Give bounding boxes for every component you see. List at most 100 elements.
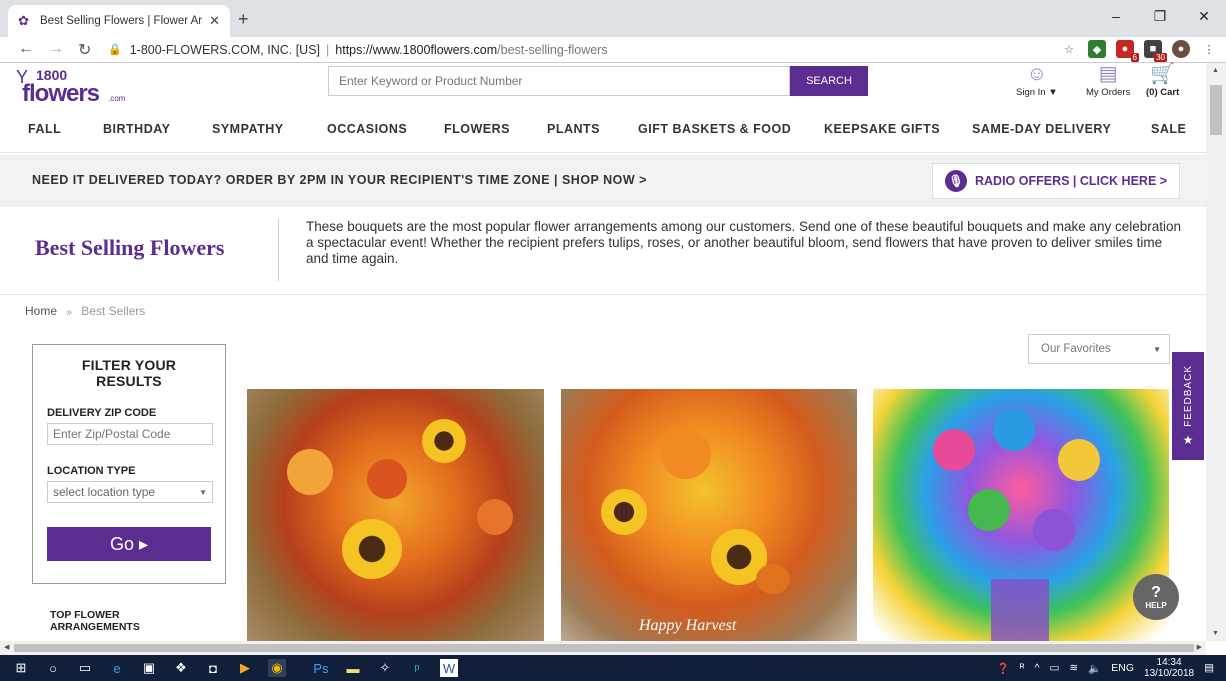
nav-flowers[interactable]: FLOWERS bbox=[444, 122, 510, 136]
windows-start-icon[interactable]: ⊞ bbox=[12, 659, 30, 677]
extension-leaf-icon[interactable]: ◆ bbox=[1088, 40, 1106, 58]
nav-same-day-delivery[interactable]: SAME-DAY DELIVERY bbox=[972, 122, 1111, 136]
sunflower-shape bbox=[601, 489, 647, 535]
close-window-button[interactable]: ✕ bbox=[1182, 0, 1226, 32]
lily-shape bbox=[661, 429, 711, 479]
scroll-down-icon[interactable]: ▼ bbox=[1212, 630, 1219, 637]
purple-vase-shape bbox=[991, 579, 1049, 641]
search-icon[interactable]: ○ bbox=[44, 659, 62, 677]
help-tray-icon[interactable]: ❓ bbox=[997, 662, 1010, 675]
chrome-icon[interactable]: ◉ bbox=[268, 659, 286, 677]
logo-main-text: flowers bbox=[22, 80, 100, 107]
same-day-promo-link[interactable]: NEED IT DELIVERED TODAY? ORDER BY 2PM IN… bbox=[32, 173, 647, 187]
microphone-icon: 🎙 bbox=[945, 170, 967, 192]
question-icon: ? bbox=[1151, 583, 1161, 601]
app-icon[interactable]: ✧ bbox=[376, 659, 394, 677]
product-image-rainbow-roses[interactable] bbox=[873, 389, 1169, 641]
back-arrow-icon[interactable]: ← bbox=[18, 40, 34, 58]
help-button[interactable]: ? HELP bbox=[1133, 574, 1179, 620]
bookmark-star-icon[interactable]: ☆ bbox=[1060, 40, 1078, 58]
sort-select[interactable]: Our Favorites ▼ bbox=[1028, 334, 1170, 364]
zip-code-input[interactable] bbox=[47, 423, 213, 445]
logo-suffix-text: .com bbox=[108, 94, 126, 103]
feedback-tab[interactable]: FEEDBACK ★ bbox=[1172, 352, 1204, 460]
photoshop-icon[interactable]: Ps bbox=[312, 659, 330, 677]
cart-button[interactable]: 🛒 (0) Cart bbox=[1146, 63, 1179, 98]
scroll-up-icon[interactable]: ▲ bbox=[1212, 67, 1219, 74]
cart-label: (0) Cart bbox=[1146, 87, 1180, 98]
minimize-button[interactable]: – bbox=[1094, 0, 1138, 32]
url-host: https://www.1800flowers.com bbox=[335, 42, 498, 57]
tab-close-icon[interactable]: ✕ bbox=[209, 13, 220, 29]
vertical-scrollbar[interactable]: ▲ ▼ bbox=[1206, 63, 1226, 641]
radio-offers-button[interactable]: 🎙 RADIO OFFERS | CLICK HERE > bbox=[932, 163, 1180, 199]
horizontal-scroll-thumb[interactable] bbox=[14, 644, 1194, 652]
network-icon[interactable]: ▭ bbox=[1049, 662, 1059, 674]
word-icon[interactable]: W bbox=[440, 659, 458, 677]
browser-toolbar: ← → ↻ 🔒 1-800-FLOWERS.COM, INC. [US] | h… bbox=[0, 37, 1226, 63]
restore-button[interactable]: ❐ bbox=[1138, 0, 1182, 32]
camera-app-icon[interactable]: ◘ bbox=[204, 659, 222, 677]
url-path: /best-selling-flowers bbox=[497, 42, 608, 57]
extension-mail-icon[interactable]: ■ 30 bbox=[1144, 40, 1167, 62]
location-type-label: LOCATION TYPE bbox=[47, 465, 136, 477]
nav-sale[interactable]: SALE bbox=[1151, 122, 1186, 136]
browser-tab-active[interactable]: ✿ Best Selling Flowers | Flower Arra ✕ bbox=[8, 5, 230, 37]
product-image-happy-harvest[interactable]: Happy Harvest bbox=[561, 389, 857, 641]
forward-arrow-icon[interactable]: → bbox=[48, 40, 64, 58]
new-tab-button[interactable]: + bbox=[238, 9, 249, 30]
extension-abp-icon[interactable]: ● 6 bbox=[1116, 40, 1139, 62]
address-bar[interactable]: 🔒 1-800-FLOWERS.COM, INC. [US] | https:/… bbox=[108, 38, 1048, 61]
1800flowers-logo[interactable]: Y 1800 flowers .com bbox=[16, 67, 126, 107]
people-icon[interactable]: ᴿ bbox=[1020, 662, 1025, 674]
clock[interactable]: 14:34 13/10/2018 bbox=[1144, 657, 1194, 679]
category-intro: Best Selling Flowers These bouquets are … bbox=[0, 207, 1206, 295]
nav-gift-baskets[interactable]: GIFT BASKETS & FOOD bbox=[638, 122, 791, 136]
reload-icon[interactable]: ↻ bbox=[78, 40, 91, 60]
file-explorer-icon[interactable]: ▬ bbox=[344, 659, 362, 677]
nav-occasions[interactable]: OCCASIONS bbox=[327, 122, 407, 136]
scroll-left-icon[interactable]: ◀ bbox=[4, 643, 9, 651]
vertical-scroll-thumb[interactable] bbox=[1210, 85, 1222, 135]
menu-dots-icon[interactable]: ⋮ bbox=[1200, 40, 1218, 58]
nav-sympathy[interactable]: SYMPATHY bbox=[212, 122, 284, 136]
product-image-fall-bouquet[interactable] bbox=[247, 389, 544, 641]
flower-favicon-icon: ✿ bbox=[18, 13, 29, 28]
skype-icon[interactable]: ᵖ bbox=[408, 659, 426, 677]
nav-fall[interactable]: FALL bbox=[28, 122, 61, 136]
notifications-icon[interactable]: ▤ bbox=[1204, 662, 1214, 674]
site-header: Y 1800 flowers .com SEARCH ☺ Sign In ▼ ▤… bbox=[0, 63, 1206, 107]
tray-overflow-icon[interactable]: ^ bbox=[1035, 662, 1040, 674]
language-indicator[interactable]: ENG bbox=[1111, 662, 1134, 674]
nav-keepsake-gifts[interactable]: KEEPSAKE GIFTS bbox=[824, 122, 940, 136]
search-button[interactable]: SEARCH bbox=[790, 66, 868, 96]
horizontal-scrollbar[interactable]: ◀ ▶ bbox=[0, 641, 1206, 655]
rose-shape bbox=[1058, 439, 1100, 481]
gift-box-icon: ▤ bbox=[1098, 63, 1118, 85]
location-type-select[interactable]: select location type ▼ bbox=[47, 481, 213, 503]
wifi-icon[interactable]: ≋ bbox=[1069, 662, 1078, 674]
volume-icon[interactable]: 🔈 bbox=[1088, 662, 1101, 675]
sign-in-button[interactable]: ☺ Sign In ▼ bbox=[1016, 63, 1058, 98]
clock-time: 14:34 bbox=[1156, 657, 1182, 668]
my-orders-button[interactable]: ▤ My Orders bbox=[1086, 63, 1130, 98]
nav-birthday[interactable]: BIRTHDAY bbox=[103, 122, 170, 136]
filter-title: FILTER YOUR RESULTS bbox=[81, 357, 177, 389]
edge-browser-icon[interactable]: e bbox=[108, 659, 126, 677]
search-input[interactable] bbox=[328, 66, 790, 96]
go-button[interactable]: Go ▸ bbox=[47, 527, 211, 561]
nav-plants[interactable]: PLANTS bbox=[547, 122, 600, 136]
top-arrangements-heading: TOP FLOWER ARRANGEMENTS bbox=[50, 609, 140, 633]
task-view-icon[interactable]: ▭ bbox=[76, 659, 94, 677]
store-icon[interactable]: ▣ bbox=[140, 659, 158, 677]
chevron-down-icon: ▼ bbox=[1153, 344, 1161, 354]
rose-shape bbox=[968, 489, 1010, 531]
dropbox-icon[interactable]: ❖ bbox=[172, 659, 190, 677]
scroll-right-icon[interactable]: ▶ bbox=[1197, 643, 1202, 651]
help-label: HELP bbox=[1145, 600, 1167, 610]
media-app-icon[interactable]: ▶ bbox=[236, 659, 254, 677]
breadcrumb-home[interactable]: Home bbox=[25, 304, 57, 318]
profile-avatar-icon[interactable]: ● bbox=[1172, 40, 1190, 58]
promo-bar: NEED IT DELIVERED TODAY? ORDER BY 2PM IN… bbox=[0, 155, 1206, 207]
rose-shape bbox=[1033, 509, 1075, 551]
